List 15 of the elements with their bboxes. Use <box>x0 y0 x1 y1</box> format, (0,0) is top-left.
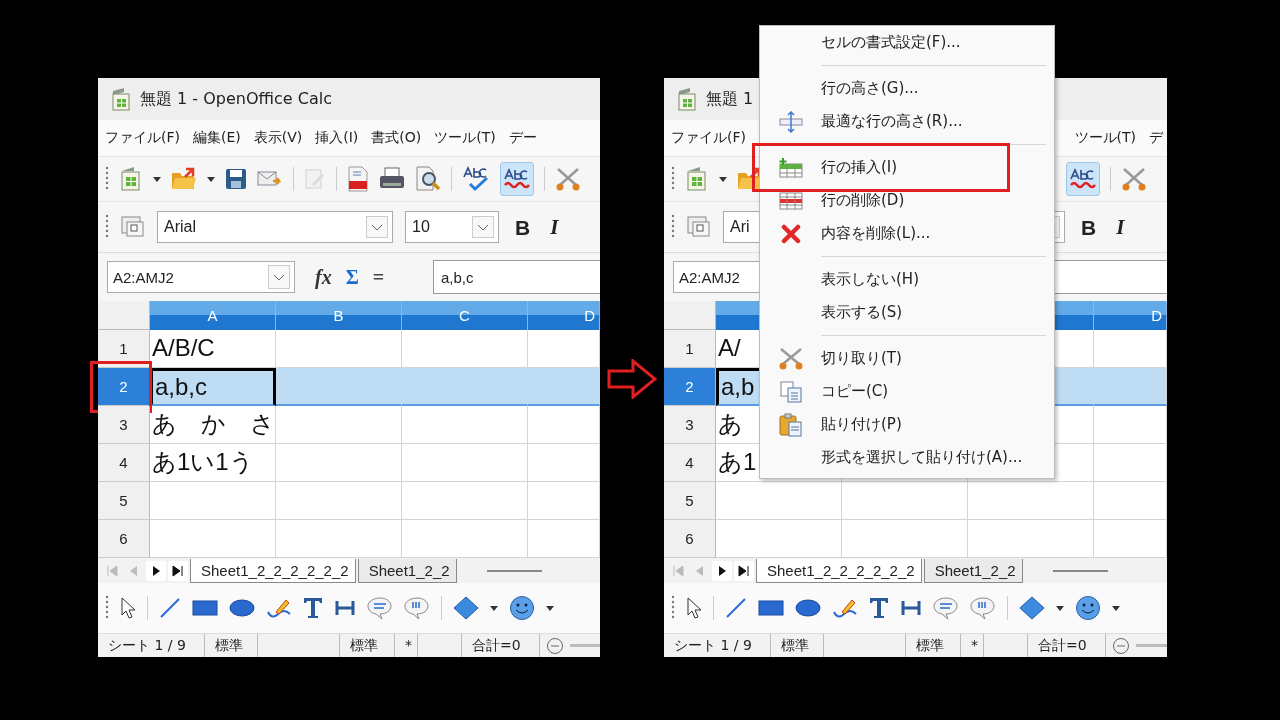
status-field: シート 1 / 9 <box>98 634 205 657</box>
window-title: 無題 1 <box>706 88 754 110</box>
window-title: 無題 1 - OpenOffice Calc <box>140 88 332 110</box>
table-cell: あ か さ <box>150 406 276 444</box>
status-field: 合計=0 <box>462 634 540 657</box>
status-field: * <box>395 634 418 657</box>
status-field: 合計=0 <box>1028 634 1106 657</box>
status-field: 標準 <box>205 634 258 657</box>
status-field: 標準 <box>906 634 961 657</box>
status-field: シート 1 / 9 <box>664 634 771 657</box>
table-cell: あ1い1う <box>150 444 276 482</box>
table-cell: a,b,c <box>150 368 276 406</box>
status-field: 標準 <box>340 634 395 657</box>
status-field: 標準 <box>771 634 824 657</box>
status-field: * <box>961 634 984 657</box>
